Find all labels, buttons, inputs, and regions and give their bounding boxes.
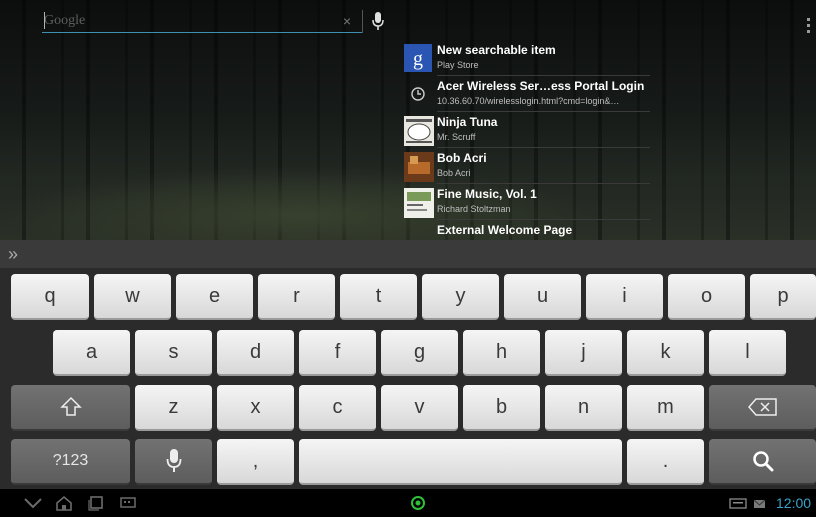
clear-search-button[interactable]: × — [338, 12, 356, 30]
android-screen: × g New searchable item Play Store — [0, 0, 816, 517]
keyboard-status-icon — [729, 498, 747, 509]
key-j[interactable]: j — [545, 330, 622, 376]
key-i[interactable]: i — [586, 274, 663, 320]
suggestion-title: New searchable item — [437, 43, 556, 57]
suggestion-subtitle: Richard Stoltzman — [437, 204, 511, 214]
suggestion-title: Acer Wireless Ser…ess Portal Login — [437, 79, 645, 93]
symbols-key[interactable]: ?123 — [11, 439, 130, 485]
email-notification-icon — [753, 499, 766, 508]
key-f[interactable]: f — [299, 330, 376, 376]
shift-arrow-icon — [59, 396, 82, 416]
app-drawer-dot-icon[interactable] — [409, 494, 427, 512]
key-a[interactable]: a — [53, 330, 130, 376]
key-v[interactable]: v — [381, 385, 458, 431]
recent-apps-icon[interactable] — [86, 494, 106, 512]
key-w[interactable]: w — [94, 274, 171, 320]
overflow-menu-icon[interactable] — [803, 16, 813, 36]
google-g-icon: g — [404, 44, 432, 72]
key-g[interactable]: g — [381, 330, 458, 376]
key-h[interactable]: h — [463, 330, 540, 376]
backspace-key[interactable] — [709, 385, 816, 431]
search-key[interactable] — [709, 439, 816, 485]
album-art-bob-acri — [404, 152, 434, 182]
key-d[interactable]: d — [217, 330, 294, 376]
screenshot-icon[interactable] — [118, 494, 138, 512]
key-p[interactable]: p — [750, 274, 816, 320]
suggestion-title: External Welcome Page — [437, 223, 573, 237]
suggestion-item[interactable]: Bob Acri Bob Acri — [402, 148, 650, 184]
suggestion-subtitle: Play Store — [437, 60, 479, 70]
microphone-icon — [166, 449, 181, 472]
key-b[interactable]: b — [463, 385, 540, 431]
expand-chevron-icon[interactable]: » — [8, 244, 18, 265]
key-t[interactable]: t — [340, 274, 417, 320]
suggestion-item[interactable]: g New searchable item Play Store — [402, 40, 650, 76]
comma-key[interactable]: , — [217, 439, 294, 485]
search-divider — [362, 10, 363, 33]
shift-key[interactable] — [11, 385, 130, 431]
system-navigation-bar: 12:00 — [0, 489, 816, 517]
status-clock: 12:00 — [776, 495, 812, 511]
suggestion-item[interactable]: Ninja Tuna Mr. Scruff — [402, 112, 650, 148]
search-icon — [752, 451, 773, 472]
key-n[interactable]: n — [545, 385, 622, 431]
backspace-icon — [747, 398, 777, 416]
key-s[interactable]: s — [135, 330, 212, 376]
on-screen-keyboard: » q w e r t y u i o p a s d f g h j k l … — [0, 240, 816, 489]
key-z[interactable]: z — [135, 385, 212, 431]
key-y[interactable]: y — [422, 274, 499, 320]
space-bar[interactable] — [299, 439, 622, 485]
key-e[interactable]: e — [176, 274, 253, 320]
search-input[interactable] — [42, 10, 362, 33]
keyboard-suggestion-strip: » — [0, 240, 816, 268]
key-r[interactable]: r — [258, 274, 335, 320]
suggestion-subtitle: Bob Acri — [437, 168, 471, 178]
search-suggestions: g New searchable item Play Store Acer Wi… — [402, 40, 652, 238]
voice-input-key[interactable] — [135, 439, 212, 485]
search-bar: × — [42, 10, 390, 34]
album-art-fine-music — [404, 188, 434, 218]
suggestion-subtitle: Mr. Scruff — [437, 132, 476, 142]
suggestion-subtitle: 10.36.60.70/wirelesslogin.html?cmd=login… — [437, 96, 620, 106]
history-icon — [404, 224, 432, 238]
history-clock-icon — [404, 80, 432, 108]
key-o[interactable]: o — [668, 274, 745, 320]
key-u[interactable]: u — [504, 274, 581, 320]
suggestion-item[interactable]: Fine Music, Vol. 1 Richard Stoltzman — [402, 184, 650, 220]
key-m[interactable]: m — [627, 385, 704, 431]
suggestion-item[interactable]: External Welcome Page — [402, 220, 650, 238]
text-cursor — [44, 12, 45, 29]
suggestion-title: Bob Acri — [437, 151, 487, 165]
key-x[interactable]: x — [217, 385, 294, 431]
key-k[interactable]: k — [627, 330, 704, 376]
home-icon[interactable] — [54, 494, 74, 512]
suggestion-title: Ninja Tuna — [437, 115, 498, 129]
suggestion-title: Fine Music, Vol. 1 — [437, 187, 537, 201]
voice-search-icon[interactable] — [370, 10, 386, 32]
key-l[interactable]: l — [709, 330, 786, 376]
key-c[interactable]: c — [299, 385, 376, 431]
hide-keyboard-chevron-icon[interactable] — [22, 494, 44, 512]
key-q[interactable]: q — [11, 274, 89, 320]
svg-text:g: g — [413, 48, 423, 70]
suggestion-item[interactable]: Acer Wireless Ser…ess Portal Login 10.36… — [402, 76, 650, 112]
album-art-ninja-tuna — [404, 116, 434, 146]
period-key[interactable]: . — [627, 439, 704, 485]
